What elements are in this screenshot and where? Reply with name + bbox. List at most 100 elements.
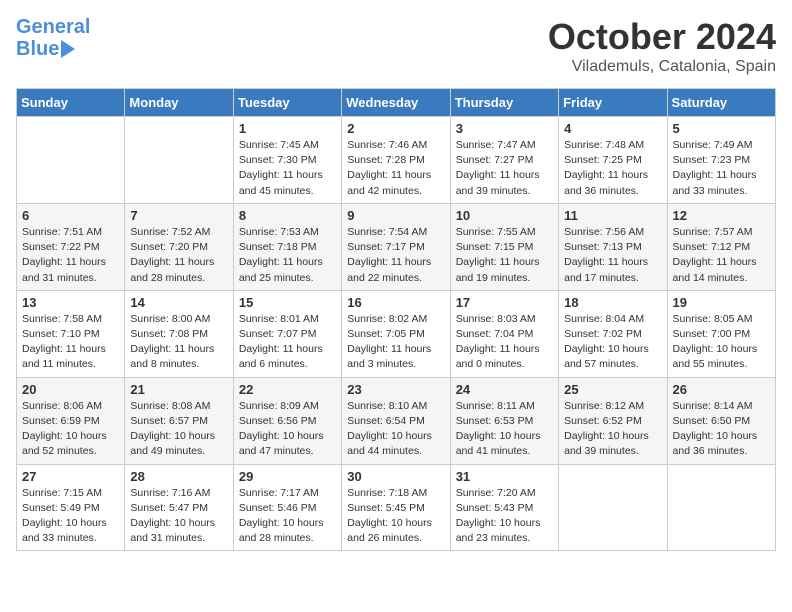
day-number: 17 bbox=[456, 295, 553, 310]
day-info: Sunrise: 8:04 AMSunset: 7:02 PMDaylight:… bbox=[564, 312, 661, 373]
location-title: Vilademuls, Catalonia, Spain bbox=[548, 58, 776, 76]
day-number: 30 bbox=[347, 469, 444, 484]
calendar-cell: 19Sunrise: 8:05 AMSunset: 7:00 PMDayligh… bbox=[667, 290, 775, 377]
day-info: Sunrise: 7:18 AMSunset: 5:45 PMDaylight:… bbox=[347, 486, 444, 547]
calendar-cell: 29Sunrise: 7:17 AMSunset: 5:46 PMDayligh… bbox=[233, 464, 341, 551]
day-info: Sunrise: 7:55 AMSunset: 7:15 PMDaylight:… bbox=[456, 225, 553, 286]
day-number: 13 bbox=[22, 295, 119, 310]
calendar-cell: 24 Sunrise: 8:11 AMSunset: 6:53 PMDayligh… bbox=[450, 377, 558, 464]
calendar-cell: 27 Sunrise: 7:15 AMSunset: 5:49 PMDayligh… bbox=[17, 464, 125, 551]
logo-text: General bbox=[16, 16, 90, 38]
day-info: Sunrise: 7:58 AMSunset: 7:10 PMDaylight:… bbox=[22, 312, 119, 373]
calendar-cell: 17 Sunrise: 8:03 AMSunset: 7:04 PMDayligh… bbox=[450, 290, 558, 377]
day-number: 31 bbox=[456, 469, 553, 484]
day-number: 1 bbox=[239, 121, 336, 136]
day-info: Sunrise: 8:09 AMSunset: 6:56 PMDaylight:… bbox=[239, 399, 336, 460]
calendar-cell: 2 Sunrise: 7:46 AMSunset: 7:28 PMDaylight… bbox=[342, 117, 450, 204]
day-number: 21 bbox=[130, 382, 227, 397]
day-info: Sunrise: 8:11 AMSunset: 6:53 PMDaylight:… bbox=[456, 399, 553, 460]
day-info: Sunrise: 8:14 AMSunset: 6:50 PMDaylight:… bbox=[673, 399, 770, 460]
day-info: Sunrise: 7:52 AMSunset: 7:20 PMDaylight:… bbox=[130, 225, 227, 286]
day-number: 4 bbox=[564, 121, 661, 136]
day-number: 2 bbox=[347, 121, 444, 136]
day-info: Sunrise: 7:48 AMSunset: 7:25 PMDaylight:… bbox=[564, 138, 661, 199]
day-info: Sunrise: 7:49 AMSunset: 7:23 PMDaylight:… bbox=[673, 138, 770, 199]
calendar-cell: 1 Sunrise: 7:45 AMSunset: 7:30 PMDaylight… bbox=[233, 117, 341, 204]
calendar-cell: 5 Sunrise: 7:49 AMSunset: 7:23 PMDaylight… bbox=[667, 117, 775, 204]
day-info: Sunrise: 7:56 AMSunset: 7:13 PMDaylight:… bbox=[564, 225, 661, 286]
calendar-week-row: 13 Sunrise: 7:58 AMSunset: 7:10 PMDayligh… bbox=[17, 290, 776, 377]
weekday-header: Monday bbox=[125, 89, 233, 117]
calendar-cell: 7Sunrise: 7:52 AMSunset: 7:20 PMDaylight… bbox=[125, 203, 233, 290]
calendar-cell: 9 Sunrise: 7:54 AMSunset: 7:17 PMDaylight… bbox=[342, 203, 450, 290]
calendar-cell bbox=[17, 117, 125, 204]
day-info: Sunrise: 7:20 AMSunset: 5:43 PMDaylight:… bbox=[456, 486, 553, 547]
day-number: 16 bbox=[347, 295, 444, 310]
day-info: Sunrise: 8:12 AMSunset: 6:52 PMDaylight:… bbox=[564, 399, 661, 460]
day-info: Sunrise: 8:00 AMSunset: 7:08 PMDaylight:… bbox=[130, 312, 227, 373]
calendar-cell: 20 Sunrise: 8:06 AMSunset: 6:59 PMDayligh… bbox=[17, 377, 125, 464]
day-number: 29 bbox=[239, 469, 336, 484]
calendar-cell: 11 Sunrise: 7:56 AMSunset: 7:13 PMDayligh… bbox=[559, 203, 667, 290]
day-number: 28 bbox=[130, 469, 227, 484]
weekday-header: Thursday bbox=[450, 89, 558, 117]
calendar-cell: 10 Sunrise: 7:55 AMSunset: 7:15 PMDayligh… bbox=[450, 203, 558, 290]
logo-general: General bbox=[16, 16, 90, 38]
calendar-week-row: 6 Sunrise: 7:51 AMSunset: 7:22 PMDaylight… bbox=[17, 203, 776, 290]
day-info: Sunrise: 7:51 AMSunset: 7:22 PMDaylight:… bbox=[22, 225, 119, 286]
day-number: 24 bbox=[456, 382, 553, 397]
calendar-cell: 26Sunrise: 8:14 AMSunset: 6:50 PMDayligh… bbox=[667, 377, 775, 464]
day-info: Sunrise: 7:54 AMSunset: 7:17 PMDaylight:… bbox=[347, 225, 444, 286]
day-number: 9 bbox=[347, 208, 444, 223]
day-number: 23 bbox=[347, 382, 444, 397]
calendar-header-row: SundayMondayTuesdayWednesdayThursdayFrid… bbox=[17, 89, 776, 117]
day-number: 18 bbox=[564, 295, 661, 310]
day-number: 27 bbox=[22, 469, 119, 484]
day-info: Sunrise: 7:47 AMSunset: 7:27 PMDaylight:… bbox=[456, 138, 553, 199]
day-info: Sunrise: 7:15 AMSunset: 5:49 PMDaylight:… bbox=[22, 486, 119, 547]
day-number: 22 bbox=[239, 382, 336, 397]
calendar-cell: 15Sunrise: 8:01 AMSunset: 7:07 PMDayligh… bbox=[233, 290, 341, 377]
calendar-cell: 13 Sunrise: 7:58 AMSunset: 7:10 PMDayligh… bbox=[17, 290, 125, 377]
weekday-header: Saturday bbox=[667, 89, 775, 117]
day-number: 6 bbox=[22, 208, 119, 223]
calendar-cell: 6 Sunrise: 7:51 AMSunset: 7:22 PMDaylight… bbox=[17, 203, 125, 290]
calendar-cell: 21Sunrise: 8:08 AMSunset: 6:57 PMDayligh… bbox=[125, 377, 233, 464]
day-info: Sunrise: 7:16 AMSunset: 5:47 PMDaylight:… bbox=[130, 486, 227, 547]
logo: General Blue bbox=[16, 16, 90, 60]
calendar-cell bbox=[667, 464, 775, 551]
calendar-cell: 14 Sunrise: 8:00 AMSunset: 7:08 PMDayligh… bbox=[125, 290, 233, 377]
day-info: Sunrise: 7:45 AMSunset: 7:30 PMDaylight:… bbox=[239, 138, 336, 199]
calendar-cell: 12Sunrise: 7:57 AMSunset: 7:12 PMDayligh… bbox=[667, 203, 775, 290]
day-number: 15 bbox=[239, 295, 336, 310]
calendar-cell: 25 Sunrise: 8:12 AMSunset: 6:52 PMDayligh… bbox=[559, 377, 667, 464]
day-info: Sunrise: 8:03 AMSunset: 7:04 PMDaylight:… bbox=[456, 312, 553, 373]
calendar-cell: 28 Sunrise: 7:16 AMSunset: 5:47 PMDayligh… bbox=[125, 464, 233, 551]
weekday-header: Sunday bbox=[17, 89, 125, 117]
weekday-header: Friday bbox=[559, 89, 667, 117]
weekday-header: Wednesday bbox=[342, 89, 450, 117]
day-number: 14 bbox=[130, 295, 227, 310]
calendar-week-row: 20 Sunrise: 8:06 AMSunset: 6:59 PMDayligh… bbox=[17, 377, 776, 464]
day-number: 10 bbox=[456, 208, 553, 223]
calendar-cell: 18 Sunrise: 8:04 AMSunset: 7:02 PMDayligh… bbox=[559, 290, 667, 377]
day-number: 11 bbox=[564, 208, 661, 223]
calendar-week-row: 27 Sunrise: 7:15 AMSunset: 5:49 PMDayligh… bbox=[17, 464, 776, 551]
calendar-cell: 16 Sunrise: 8:02 AMSunset: 7:05 PMDayligh… bbox=[342, 290, 450, 377]
day-number: 20 bbox=[22, 382, 119, 397]
calendar-cell: 23Sunrise: 8:10 AMSunset: 6:54 PMDayligh… bbox=[342, 377, 450, 464]
calendar-cell: 8Sunrise: 7:53 AMSunset: 7:18 PMDaylight… bbox=[233, 203, 341, 290]
day-info: Sunrise: 8:06 AMSunset: 6:59 PMDaylight:… bbox=[22, 399, 119, 460]
day-info: Sunrise: 7:53 AMSunset: 7:18 PMDaylight:… bbox=[239, 225, 336, 286]
calendar-cell bbox=[125, 117, 233, 204]
calendar-cell: 3Sunrise: 7:47 AMSunset: 7:27 PMDaylight… bbox=[450, 117, 558, 204]
day-number: 12 bbox=[673, 208, 770, 223]
day-info: Sunrise: 8:02 AMSunset: 7:05 PMDaylight:… bbox=[347, 312, 444, 373]
calendar-cell: 31 Sunrise: 7:20 AMSunset: 5:43 PMDayligh… bbox=[450, 464, 558, 551]
calendar-cell: 22 Sunrise: 8:09 AMSunset: 6:56 PMDayligh… bbox=[233, 377, 341, 464]
day-number: 5 bbox=[673, 121, 770, 136]
day-number: 19 bbox=[673, 295, 770, 310]
day-info: Sunrise: 7:46 AMSunset: 7:28 PMDaylight:… bbox=[347, 138, 444, 199]
day-number: 25 bbox=[564, 382, 661, 397]
calendar-cell: 30 Sunrise: 7:18 AMSunset: 5:45 PMDayligh… bbox=[342, 464, 450, 551]
